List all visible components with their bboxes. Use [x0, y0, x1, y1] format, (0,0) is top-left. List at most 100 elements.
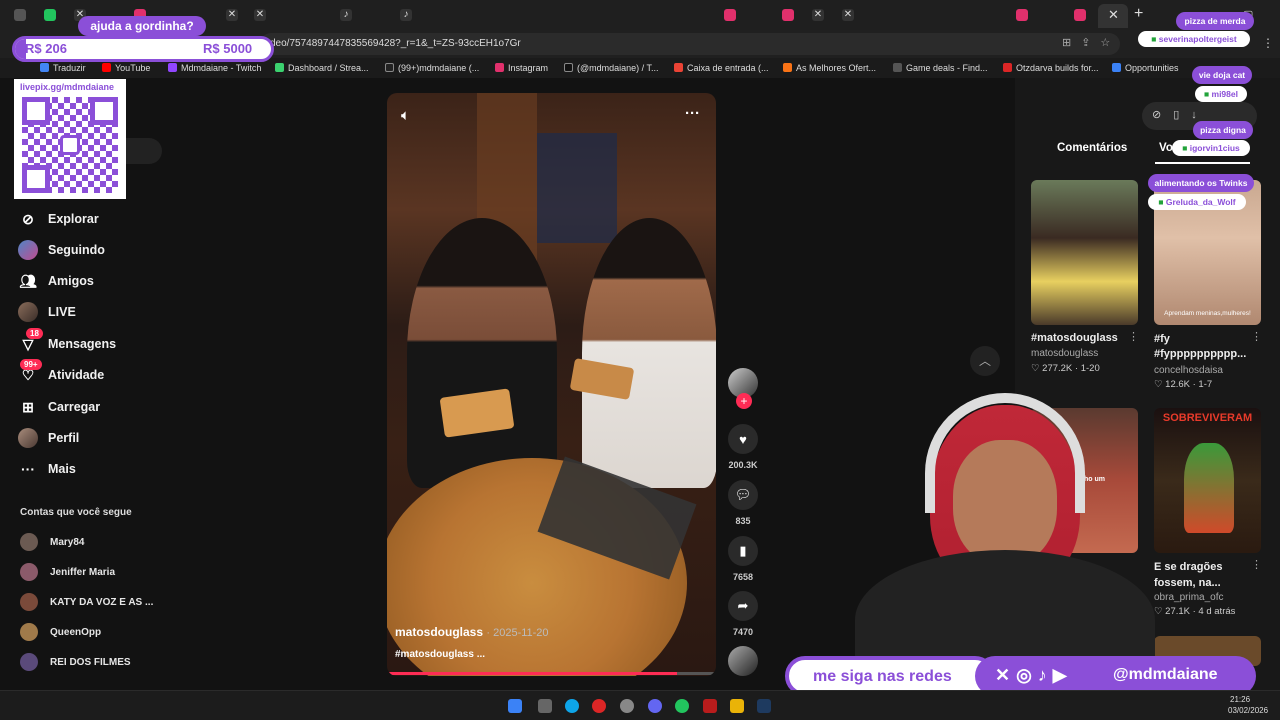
- volume-icon[interactable]: 🔈︎: [401, 107, 410, 124]
- nav-carregar[interactable]: ⊞ Carregar: [18, 395, 100, 419]
- tab-icon[interactable]: [14, 9, 26, 21]
- bookmark[interactable]: As Melhores Ofert...: [783, 63, 876, 73]
- tab-icon[interactable]: [44, 9, 56, 21]
- edge-icon[interactable]: [565, 699, 579, 713]
- bookmark[interactable]: Instagram: [495, 63, 548, 73]
- clock-time: 21:26: [1230, 695, 1251, 704]
- nav-seguindo[interactable]: Seguindo: [18, 238, 105, 262]
- tab-icon[interactable]: [1016, 9, 1028, 21]
- nav-atividade[interactable]: ♡ 99+ Atividade: [18, 359, 104, 387]
- bookmark[interactable]: Traduzir: [40, 63, 86, 73]
- thumb-more-icon[interactable]: ⋮: [1128, 330, 1139, 343]
- comment-button[interactable]: 💬︎ 835: [727, 480, 759, 526]
- url-text[interactable]: deo/7574897447835569428?_r=1&_t=ZS-93ccE…: [270, 38, 521, 49]
- tab-icon[interactable]: ♪: [400, 9, 412, 21]
- thumb-title[interactable]: E se dragões fossem, na...: [1154, 559, 1254, 591]
- nav-mensagens[interactable]: ▽ 18 Mensagens: [18, 328, 116, 356]
- task-view-icon[interactable]: [538, 699, 552, 713]
- video-caption[interactable]: #matosdouglass ...: [395, 649, 485, 660]
- bookmark[interactable]: Otzdarva builds for...: [1003, 63, 1099, 73]
- background-screen: [537, 133, 617, 243]
- chat-username: ■ mi98el: [1195, 86, 1247, 102]
- bookmark[interactable]: Mdmdaiane - Twitch: [168, 63, 261, 73]
- video-date: · 2025-11-20: [486, 627, 549, 639]
- nav-explorar[interactable]: ⊘ Explorar: [18, 207, 99, 231]
- tab-icon[interactable]: ✕: [812, 9, 824, 21]
- thumb-author[interactable]: matosdouglass: [1031, 348, 1098, 359]
- spotify-icon[interactable]: [675, 699, 689, 713]
- thumb-more-icon[interactable]: ⋮: [1251, 330, 1262, 343]
- video-thumbnail[interactable]: SOBREVIVERAM: [1154, 408, 1261, 553]
- chat-message: pizza de merda: [1176, 12, 1254, 30]
- bookmark[interactable]: YouTube: [102, 63, 150, 73]
- nav-mais[interactable]: ··· Mais: [18, 457, 76, 481]
- share-button[interactable]: ➦ 7470: [727, 591, 759, 637]
- bookmark[interactable]: Caixa de entrada (...: [674, 63, 769, 73]
- bookmark[interactable]: (99+)mdmdaiane (...: [385, 63, 479, 73]
- donation-goal: R$ 5000: [203, 41, 253, 56]
- nav-live[interactable]: LIVE: [18, 300, 76, 324]
- more-options-icon[interactable]: ···: [685, 105, 700, 122]
- message-badge: 18: [26, 328, 43, 339]
- bookmark[interactable]: Opportunities: [1112, 63, 1179, 73]
- like-button[interactable]: ♥ 200.3K: [727, 424, 759, 470]
- followed-account[interactable]: KATY DA VOZ E AS ...: [20, 592, 153, 612]
- bookmark[interactable]: Game deals - Find...: [893, 63, 988, 73]
- opera-icon[interactable]: [592, 699, 606, 713]
- thumb-title[interactable]: #fy #fypppppppppp...: [1154, 332, 1254, 362]
- followed-account[interactable]: Mary84: [20, 532, 84, 552]
- obs-icon[interactable]: [620, 699, 634, 713]
- thumb-more-icon[interactable]: ⋮: [1251, 558, 1262, 571]
- avatar: [20, 653, 38, 671]
- bookmark[interactable]: Dashboard / Strea...: [275, 63, 369, 73]
- thumb-stats: ♡ 27.1K · 4 d atrás: [1154, 606, 1236, 617]
- thumb-title[interactable]: #matosdouglass: [1031, 332, 1118, 344]
- panel-toolbar-icons[interactable]: ⊘▯↓: [1152, 108, 1209, 121]
- video-thumbnail[interactable]: [1031, 180, 1138, 325]
- thumb-author[interactable]: concelhosdaisa: [1154, 365, 1223, 376]
- app-icon[interactable]: [703, 699, 717, 713]
- thumb-author[interactable]: obra_prima_ofc: [1154, 592, 1223, 603]
- tab-videos[interactable]: Vo: [1159, 142, 1173, 154]
- chat-username: ■ Greluda_da_Wolf: [1148, 194, 1246, 210]
- nav-perfil[interactable]: Perfil: [18, 426, 79, 450]
- steam-icon[interactable]: [757, 699, 771, 713]
- person-right: [582, 218, 716, 488]
- new-tab-icon[interactable]: +: [1134, 5, 1143, 23]
- start-icon[interactable]: [508, 699, 522, 713]
- music-disc[interactable]: [727, 646, 759, 676]
- tab-icon[interactable]: ✕: [254, 9, 266, 21]
- tab-icon[interactable]: ✕: [842, 9, 854, 21]
- tab-icon[interactable]: [1074, 9, 1086, 21]
- thumb-stats: ♡ 277.2K · 1-20: [1031, 363, 1100, 374]
- video-author[interactable]: matosdouglass · 2025-11-20: [395, 625, 549, 639]
- tab-underline: [1155, 162, 1250, 164]
- pix-link: livepix.gg/mdmdaiane: [20, 82, 115, 92]
- followed-account[interactable]: REI DOS FILMES: [20, 652, 131, 672]
- follow-plus-icon[interactable]: +: [736, 393, 752, 409]
- nav-amigos[interactable]: 👥︎ Amigos: [18, 269, 94, 293]
- bookmark[interactable]: (@mdmdaiane) / T...: [564, 63, 659, 73]
- activity-icon: ♡ 99+: [18, 359, 42, 385]
- address-bar-icons[interactable]: ⊞⇪☆: [1062, 36, 1120, 49]
- live-icon: [18, 302, 38, 322]
- tab-icon[interactable]: ✕: [226, 9, 238, 21]
- scroll-up-button[interactable]: ︿: [970, 346, 1000, 376]
- donation-goal-bar: R$ 206 R$ 5000: [12, 36, 274, 62]
- tab-icon[interactable]: [724, 9, 736, 21]
- menu-icon[interactable]: ⋮: [1262, 36, 1274, 50]
- tab-icon[interactable]: ♪: [340, 9, 352, 21]
- progress-fill: [387, 672, 677, 675]
- followed-account[interactable]: Jeniffer Maria: [20, 562, 115, 582]
- windows-taskbar: 21:26 03/02/2026: [0, 690, 1280, 720]
- followed-account[interactable]: QueenOpp: [20, 622, 101, 642]
- close-tab-icon[interactable]: ✕: [1108, 7, 1119, 23]
- discord-icon[interactable]: [648, 699, 662, 713]
- author-avatar-button[interactable]: +: [727, 368, 759, 409]
- folder-icon[interactable]: [730, 699, 744, 713]
- avatar: [20, 623, 38, 641]
- save-button[interactable]: ▮ 7658: [727, 536, 759, 582]
- tab-comentarios[interactable]: Comentários: [1057, 142, 1127, 154]
- tab-icon[interactable]: [782, 9, 794, 21]
- video-player[interactable]: 🔈︎ ··· matosdouglass · 2025-11-20 #matos…: [387, 93, 716, 676]
